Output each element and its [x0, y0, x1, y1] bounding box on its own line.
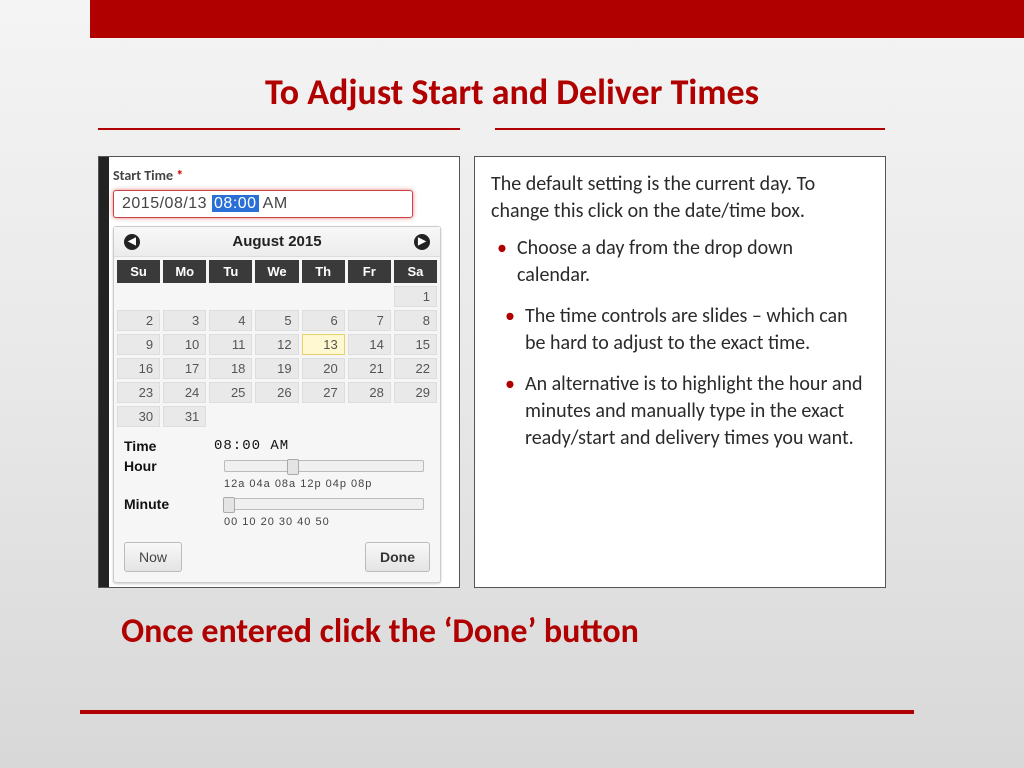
calendar-day[interactable]: 2: [117, 310, 160, 331]
bullet: An alternative is to highlight the hour …: [499, 371, 869, 452]
calendar-day[interactable]: 30: [117, 406, 160, 427]
calendar-day[interactable]: 14: [348, 334, 391, 355]
bullet: The time controls are slides – which can…: [499, 303, 869, 357]
calendar-day[interactable]: 15: [394, 334, 437, 355]
calendar-month: August 2015: [232, 233, 321, 250]
page-title: To Adjust Start and Deliver Times: [0, 70, 1024, 114]
calendar-day[interactable]: 6: [302, 310, 345, 331]
minute-ticks: 00 10 20 30 40 50: [224, 516, 430, 528]
top-bar: [90, 0, 1024, 38]
calendar-day[interactable]: 7: [348, 310, 391, 331]
start-time-label: Start Time *: [113, 167, 453, 184]
time-label: Time: [124, 438, 214, 454]
dow-header: We: [255, 260, 298, 283]
datetime-input[interactable]: 2015/08/13 08:00 AM: [113, 190, 413, 218]
bullet: Choose a day from the drop down calendar…: [491, 235, 869, 289]
calendar-day[interactable]: 21: [348, 358, 391, 379]
calendar-widget: ◀ August 2015 ▶ SuMoTuWeThFrSa 123456789…: [113, 226, 441, 583]
footer-instruction: Once entered click the ‘Done’ button: [100, 612, 660, 653]
calendar-day[interactable]: 22: [394, 358, 437, 379]
dow-header: Su: [117, 260, 160, 283]
dow-header: Tu: [209, 260, 252, 283]
calendar-day[interactable]: 20: [302, 358, 345, 379]
calendar-day[interactable]: 28: [348, 382, 391, 403]
dow-header: Mo: [163, 260, 206, 283]
decorative-strip: [99, 157, 109, 587]
calendar-day[interactable]: 10: [163, 334, 206, 355]
calendar-day[interactable]: 27: [302, 382, 345, 403]
dow-header: Th: [302, 260, 345, 283]
rule: [80, 710, 914, 714]
calendar-day[interactable]: 31: [163, 406, 206, 427]
rule: [98, 128, 460, 130]
calendar-day[interactable]: 9: [117, 334, 160, 355]
calendar-day[interactable]: 18: [209, 358, 252, 379]
calendar-day[interactable]: 26: [255, 382, 298, 403]
minute-slider[interactable]: [224, 498, 424, 510]
calendar-day[interactable]: 24: [163, 382, 206, 403]
calendar-day[interactable]: 19: [255, 358, 298, 379]
minute-label: Minute: [124, 496, 214, 512]
calendar-day[interactable]: 13: [302, 334, 345, 355]
calendar-day[interactable]: 17: [163, 358, 206, 379]
calendar-day[interactable]: 29: [394, 382, 437, 403]
calendar-day[interactable]: 5: [255, 310, 298, 331]
next-month-icon[interactable]: ▶: [414, 234, 430, 250]
calendar-day[interactable]: 16: [117, 358, 160, 379]
calendar-day[interactable]: 8: [394, 310, 437, 331]
dow-header: Fr: [348, 260, 391, 283]
calendar-grid: SuMoTuWeThFrSa 1234567891011121314151617…: [114, 257, 440, 430]
prev-month-icon[interactable]: ◀: [124, 234, 140, 250]
hour-ticks: 12a 04a 08a 12p 04p 08p: [224, 478, 430, 490]
calendar-day[interactable]: 4: [209, 310, 252, 331]
time-value: 08:00 AM: [214, 438, 289, 454]
now-button[interactable]: Now: [124, 542, 182, 572]
calendar-day[interactable]: 12: [255, 334, 298, 355]
hour-slider[interactable]: [224, 460, 424, 472]
done-button[interactable]: Done: [365, 542, 430, 572]
calendar-day[interactable]: 11: [209, 334, 252, 355]
calendar-day[interactable]: 23: [117, 382, 160, 403]
rule: [495, 128, 885, 130]
calendar-day[interactable]: 1: [394, 286, 437, 307]
time-highlight[interactable]: 08:00: [212, 195, 259, 212]
calendar-day[interactable]: 25: [209, 382, 252, 403]
datetime-picker-panel: Start Time * 2015/08/13 08:00 AM ◀ Augus…: [98, 156, 460, 588]
hour-label: Hour: [124, 458, 214, 474]
calendar-day[interactable]: 3: [163, 310, 206, 331]
dow-header: Sa: [394, 260, 437, 283]
instructions-panel: The default setting is the current day. …: [474, 156, 886, 588]
intro-text: The default setting is the current day. …: [491, 171, 869, 225]
